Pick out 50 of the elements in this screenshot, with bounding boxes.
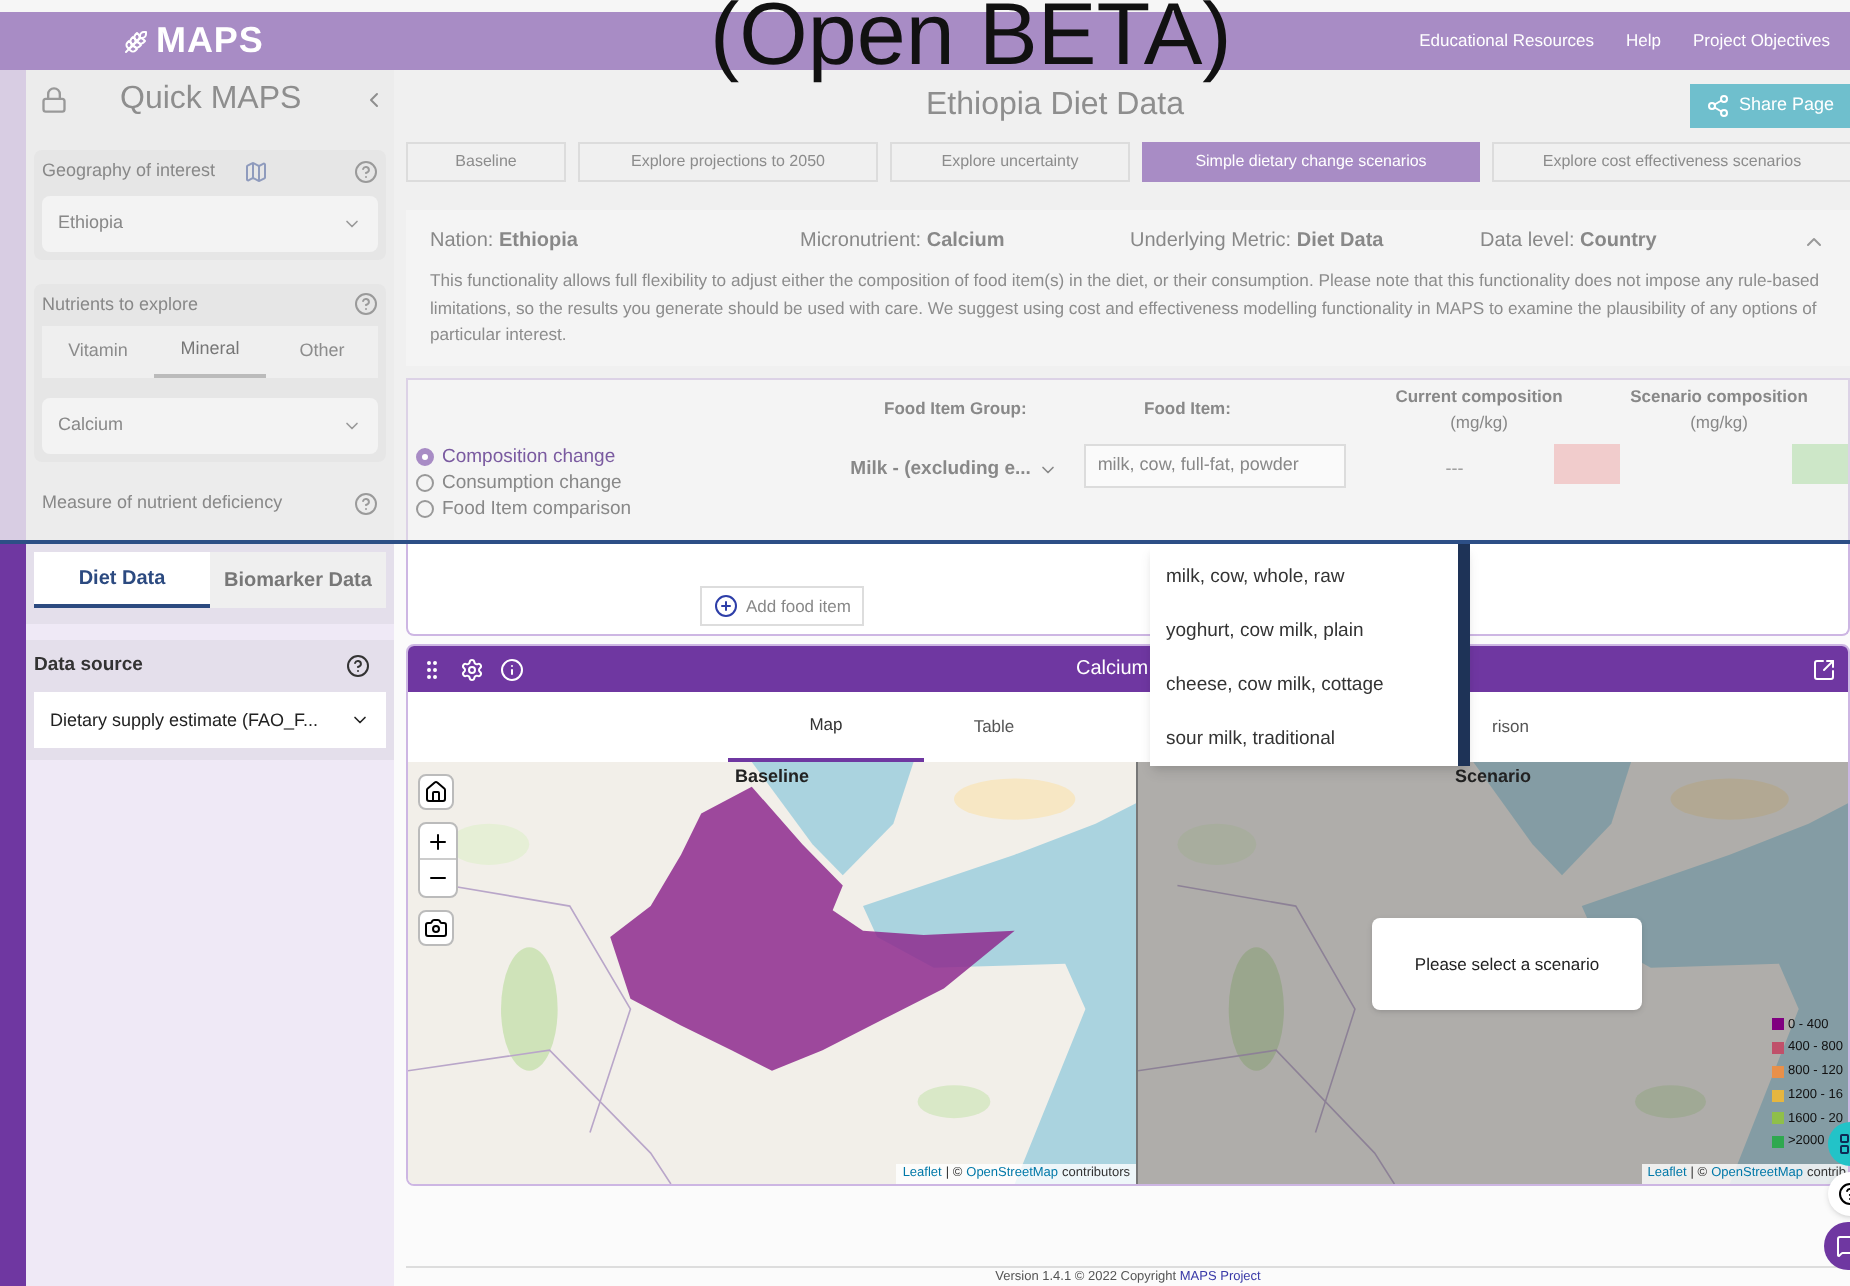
view-tab[interactable]: rison (1492, 692, 1612, 762)
nutrient-select[interactable]: Calcium (42, 398, 378, 454)
summary-item: Nation: Ethiopia (430, 228, 580, 256)
column-header: Current composition (mg/kg) (1393, 383, 1565, 435)
nutrient-tab[interactable]: Other (266, 326, 378, 378)
scenario-tab[interactable]: Explore projections to 2050 (578, 142, 878, 182)
nav-link[interactable]: Help (1626, 28, 1661, 54)
panel-title: Calcium (1076, 656, 1149, 684)
page-title: Ethiopia Diet Data (926, 86, 1184, 126)
data-type-tab[interactable]: Diet Data (34, 552, 210, 608)
scenario-tab[interactable]: Explore uncertainty (890, 142, 1130, 182)
logo[interactable]: MAPS (156, 14, 264, 68)
dropdown-option[interactable]: milk, cow, whole, raw (1150, 552, 1458, 606)
popup-text: Please select a scenario (1414, 951, 1600, 977)
data-source-select[interactable]: Dietary supply estimate (FAO_F... (34, 692, 386, 749)
nutrient-tab[interactable]: Mineral (154, 326, 266, 378)
summary-item: Data level: Country (1480, 228, 1659, 256)
field-label: Nutrients to explore (42, 291, 199, 318)
scenario-tab[interactable]: Simple dietary change scenarios (1142, 142, 1480, 182)
dropdown-option[interactable]: sour milk, traditional (1150, 712, 1458, 766)
add-food-item-button[interactable]: Add food item (700, 586, 865, 626)
mode-radio[interactable]: Food Item comparison (416, 495, 851, 521)
scenario-tab[interactable]: Explore cost effectiveness scenarios (1492, 142, 1850, 182)
summary-item: Micronutrient: Calcium (800, 228, 1007, 256)
banner-title: (Open BETA) (710, 0, 1232, 88)
column-header: Scenario composition (mg/kg) (1628, 383, 1810, 435)
field-label: Data source (34, 652, 143, 680)
data-type-tab[interactable]: Biomarker Data (210, 552, 386, 608)
sidebar-title: Quick MAPS (120, 80, 302, 120)
mode-radio[interactable]: Composition change (416, 443, 851, 469)
description: This functionality allows full flexibility to adjust either the composition of food item(s) in the diet, or their consumption. Please note that this functionality does not impose any rule-based limitations, so the results you generate should be used with care. We suggest using cost and effectiveness modelling functionality in MAPS to examine the plausibility of any options of particular interest. (430, 268, 1822, 348)
food-item-field[interactable]: milk, cow, full-fat, powder (1083, 443, 1346, 487)
summary-item: Underlying Metric: Diet Data (1130, 228, 1386, 256)
nav-link[interactable]: Educational Resources (1419, 28, 1595, 54)
mode-radio[interactable]: Consumption change (416, 469, 851, 495)
field-label: Geography of interest (42, 158, 216, 184)
field-label: Measure of nutrient deficiency (42, 490, 283, 516)
dropdown-option[interactable]: cheese, cow milk, cottage (1150, 659, 1458, 713)
current-value: --- (1445, 455, 1464, 481)
column-header: Food Item Group: (884, 396, 1029, 422)
share-button[interactable]: Share Page (1690, 84, 1850, 128)
geography-select[interactable]: Ethiopia (42, 195, 378, 251)
view-tab[interactable]: Table (924, 692, 1064, 762)
map-label: Baseline (734, 764, 810, 790)
column-header: Food Item: (1144, 396, 1233, 422)
dropdown-option[interactable]: yoghurt, cow milk, plain (1150, 605, 1458, 659)
nutrient-tab[interactable]: Vitamin (42, 326, 154, 378)
map-label: Scenario (1454, 764, 1532, 790)
scenario-tab[interactable]: Baseline (406, 142, 566, 182)
nav-link[interactable]: Project Objectives (1693, 28, 1830, 54)
